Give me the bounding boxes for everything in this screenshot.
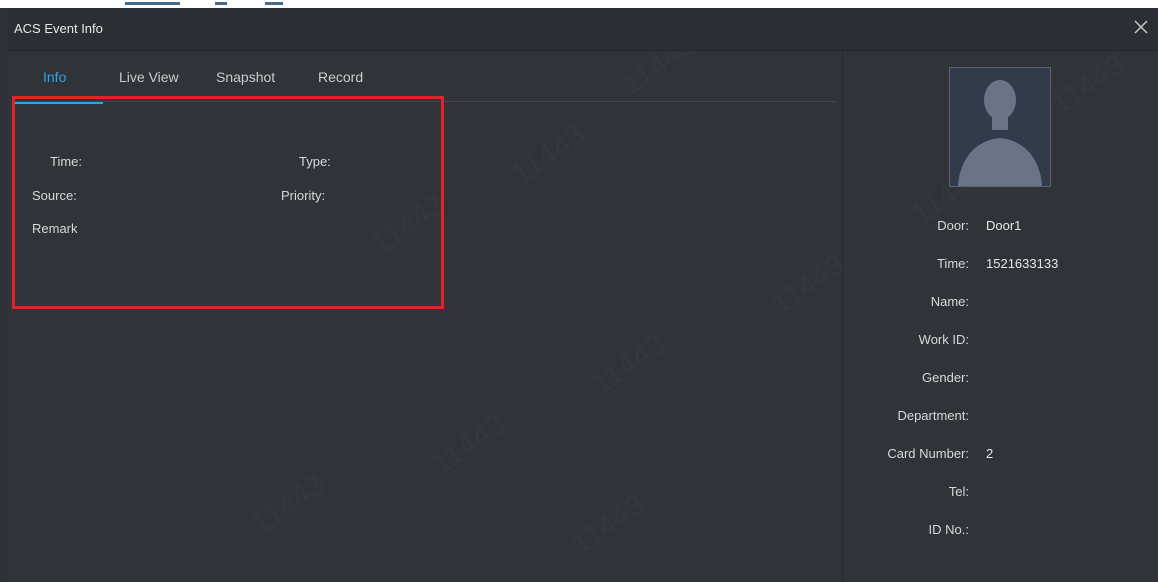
department-label: Department: [897, 408, 969, 423]
time-value: 1521633133 [986, 256, 1059, 271]
close-icon[interactable] [1132, 18, 1150, 36]
acs-event-info-dialog: 11443 11443 11443 11443 11443 11443 1144… [8, 8, 1158, 582]
tel-label: Tel: [948, 484, 969, 499]
tab-info[interactable]: Info [43, 69, 66, 96]
card-number-value: 2 [986, 446, 994, 461]
work-id-label: Work ID: [918, 332, 969, 347]
person-silhouette-icon [949, 67, 1051, 187]
top-strip-mark [265, 2, 283, 5]
title-bar: ACS Event Info [8, 8, 1158, 51]
top-strip-mark [215, 2, 227, 5]
window-title: ACS Event Info [14, 21, 103, 36]
tab-live-view[interactable]: Live View [119, 69, 179, 96]
door-label: Door: [937, 218, 969, 233]
id-no-label: ID No.: [928, 522, 969, 537]
tab-bar: Info Live View Snapshot Record [15, 51, 837, 102]
time-label-right: Time: [936, 256, 969, 271]
door-value: Door1 [986, 218, 1022, 233]
top-strip-mark [125, 2, 180, 5]
tab-record[interactable]: Record [318, 69, 363, 96]
top-strip [0, 0, 1158, 8]
card-number-label: Card Number: [887, 446, 969, 461]
name-label: Name: [930, 294, 969, 309]
person-info-pane: Door: Door1 Time: 1521633133 Name: Work … [843, 51, 1158, 582]
event-info-pane: Info Live View Snapshot Record Time: Typ… [8, 51, 842, 582]
tab-snapshot[interactable]: Snapshot [216, 69, 275, 96]
gender-label: Gender: [922, 370, 969, 385]
highlight-box [12, 96, 444, 309]
